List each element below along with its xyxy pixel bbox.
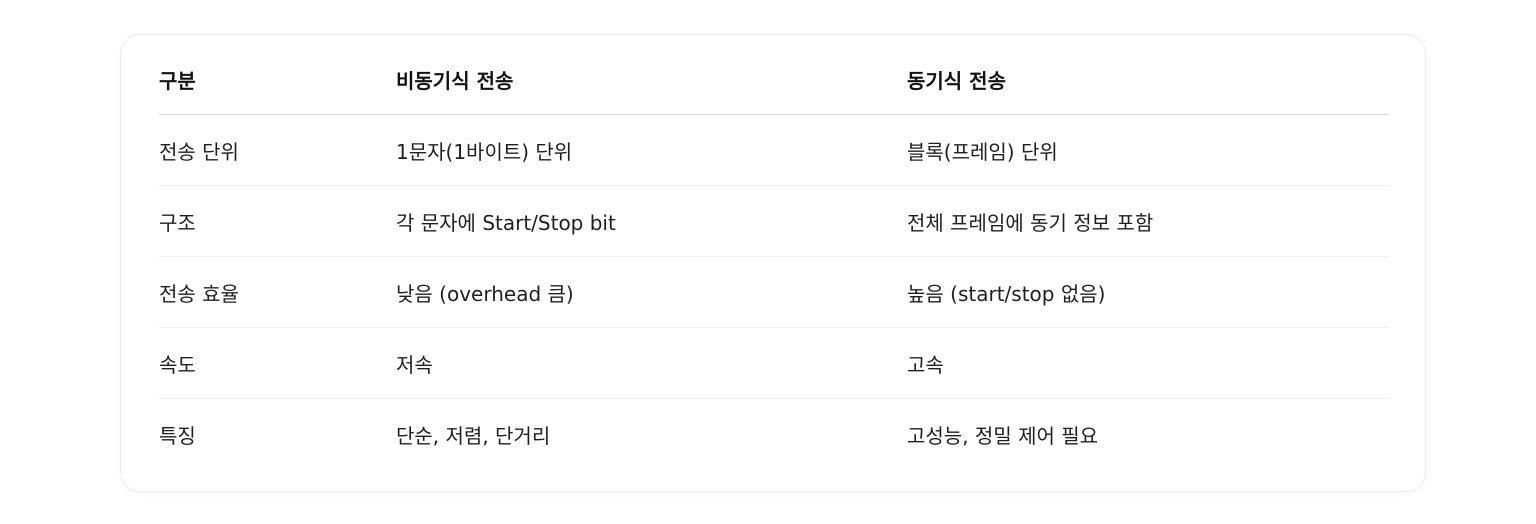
header-row: 구분 비동기식 전송 동기식 전송 [159, 44, 1389, 115]
table-row: 전송 단위 1문자(1바이트) 단위 블록(프레임) 단위 [159, 114, 1389, 186]
table-card: 구분 비동기식 전송 동기식 전송 전송 단위 1문자(1바이트) 단위 블록(… [120, 34, 1426, 492]
header-sync: 동기식 전송 [907, 44, 1389, 115]
table-row: 구조 각 문자에 Start/Stop bit 전체 프레임에 동기 정보 포함 [159, 185, 1389, 257]
sync-cell: 전체 프레임에 동기 정보 포함 [907, 185, 1389, 257]
row-label: 전송 단위 [159, 114, 396, 186]
async-cell: 1문자(1바이트) 단위 [396, 114, 907, 186]
sync-cell: 블록(프레임) 단위 [907, 114, 1389, 186]
header-category: 구분 [159, 44, 396, 115]
header-async: 비동기식 전송 [396, 44, 907, 115]
comparison-table: 구분 비동기식 전송 동기식 전송 전송 단위 1문자(1바이트) 단위 블록(… [159, 44, 1389, 469]
page: 구분 비동기식 전송 동기식 전송 전송 단위 1문자(1바이트) 단위 블록(… [0, 0, 1536, 524]
sync-cell: 고성능, 정밀 제어 필요 [907, 423, 1099, 448]
row-label: 속도 [159, 327, 396, 399]
table-body: 전송 단위 1문자(1바이트) 단위 블록(프레임) 단위 구조 각 문자에 S… [159, 114, 1389, 470]
row-label: 특징 [159, 423, 196, 448]
row-label: 구조 [159, 185, 396, 257]
async-cell: 각 문자에 Start/Stop bit [396, 185, 907, 257]
table-header: 구분 비동기식 전송 동기식 전송 [159, 44, 1389, 115]
async-cell: 저속 [396, 327, 907, 399]
async-cell: 낮음 (overhead 큼) [396, 256, 907, 328]
table-row: 속도 저속 고속 [159, 327, 1389, 399]
table-row: 전송 효율 낮음 (overhead 큼) 높음 (start/stop 없음) [159, 256, 1389, 328]
table-row: 특징 단순, 저렴, 단거리 고성능, 정밀 제어 필요 [159, 399, 1389, 470]
sync-cell: 높음 (start/stop 없음) [907, 256, 1389, 328]
row-label: 전송 효율 [159, 256, 396, 328]
async-cell: 단순, 저렴, 단거리 [396, 423, 551, 448]
sync-cell: 고속 [907, 327, 1389, 399]
